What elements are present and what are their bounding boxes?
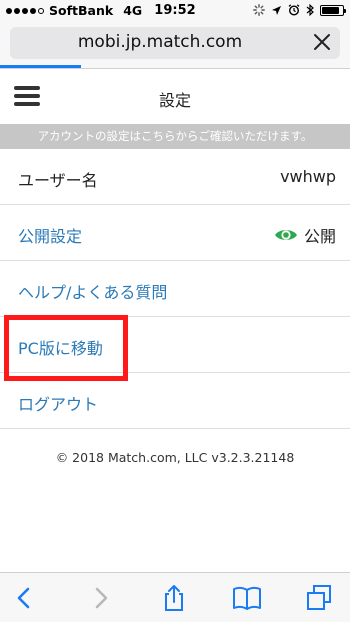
visibility-status[interactable]: 公開 xyxy=(274,223,336,247)
logout-row[interactable]: ログアウト xyxy=(0,373,350,429)
username-text: vwhwp xyxy=(280,167,336,186)
forward-chevron-icon[interactable] xyxy=(85,583,115,613)
bluetooth-icon xyxy=(306,4,314,16)
status-right xyxy=(253,4,346,16)
share-icon[interactable] xyxy=(159,583,189,613)
visibility-value: 公開 xyxy=(303,227,336,246)
battery-level xyxy=(322,6,339,14)
battery-icon xyxy=(320,4,346,16)
eye-icon xyxy=(274,230,297,240)
settings-list: ユーザー名 vwhwp 公開設定 公開 ヘルプ/よくある質問 PC版に移動 ログ… xyxy=(0,149,350,429)
activity-spinner-icon xyxy=(253,4,265,16)
logout-link[interactable]: ログアウト xyxy=(18,391,98,415)
username-row: ユーザー名 vwhwp xyxy=(0,149,350,205)
status-bar: SoftBank 4G 19:52 xyxy=(0,0,350,20)
browser-address-area: mobi.jp.match.com xyxy=(0,20,350,68)
close-icon[interactable] xyxy=(312,32,332,52)
copyright-text: © 2018 Match.com, LLC v3.2.3.21148 xyxy=(55,450,295,465)
info-banner: アカウントの設定はこちらからご確認いただけます。 xyxy=(0,124,350,149)
back-chevron-icon[interactable] xyxy=(10,583,40,613)
visibility-settings-link[interactable]: 公開設定 xyxy=(18,223,82,247)
page-title: 設定 xyxy=(158,91,191,110)
address-bar[interactable]: mobi.jp.match.com xyxy=(10,27,340,59)
location-arrow-icon xyxy=(272,5,281,15)
browser-toolbar xyxy=(0,572,350,622)
alarm-clock-icon xyxy=(288,4,300,16)
help-faq-link[interactable]: ヘルプ/よくある質問 xyxy=(18,279,167,303)
bookmarks-icon[interactable] xyxy=(232,583,262,613)
app-header: 設定 xyxy=(0,69,350,124)
tabs-icon[interactable] xyxy=(304,583,334,613)
highlight-annotation-box xyxy=(4,315,128,381)
username-value: vwhwp xyxy=(280,167,336,186)
help-row[interactable]: ヘルプ/よくある質問 xyxy=(0,261,350,317)
visibility-settings-row[interactable]: 公開設定 公開 xyxy=(0,205,350,261)
username-label: ユーザー名 xyxy=(18,171,98,190)
url-text[interactable]: mobi.jp.match.com xyxy=(10,32,310,52)
